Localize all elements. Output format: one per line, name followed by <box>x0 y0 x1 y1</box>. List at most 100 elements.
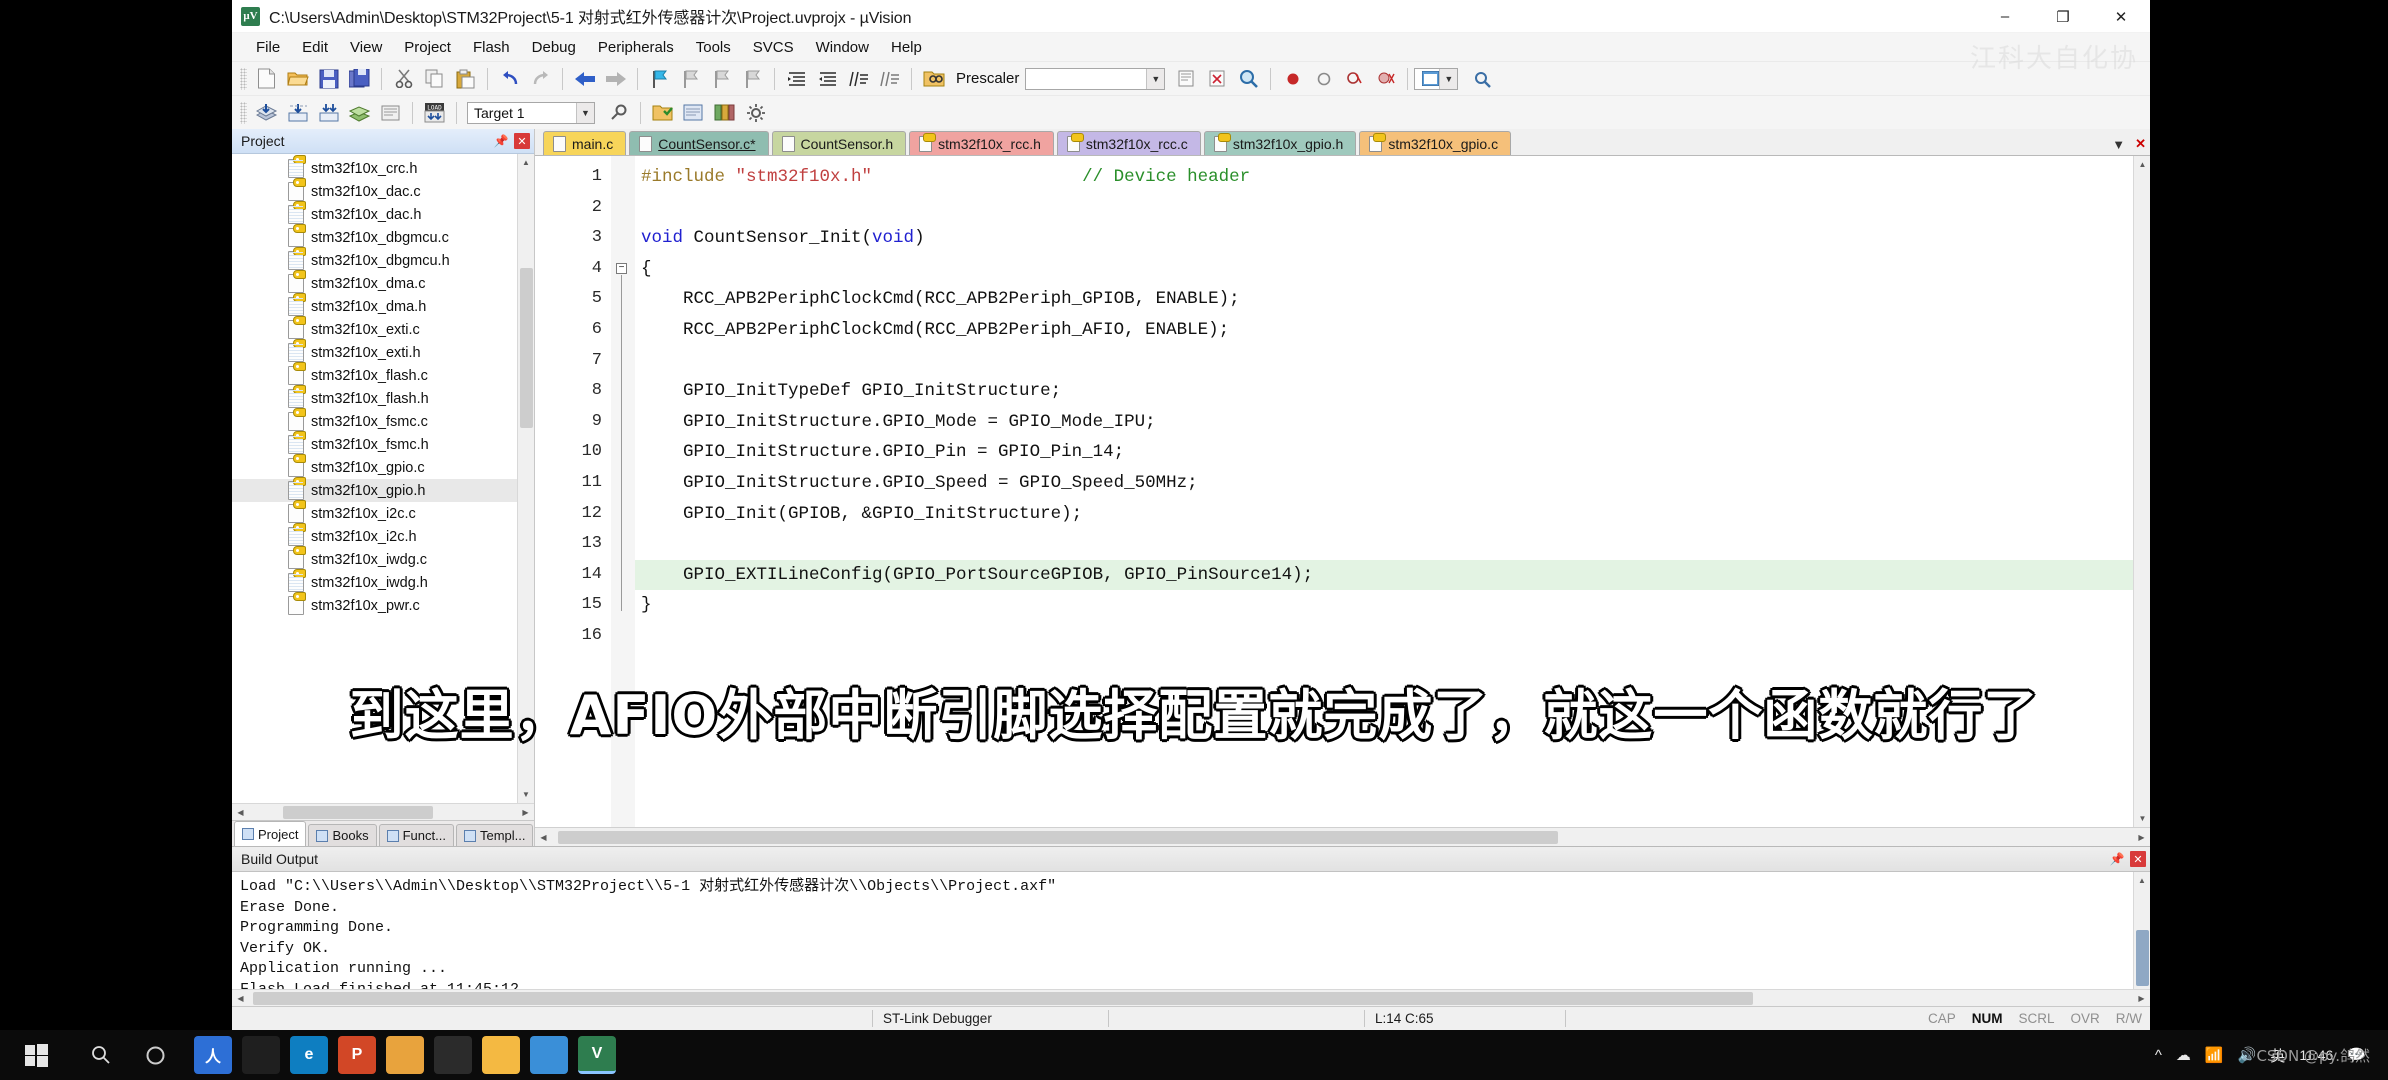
project-pane-tab[interactable]: Project <box>234 821 307 846</box>
editor-tab[interactable]: CountSensor.h <box>771 131 907 155</box>
code-line[interactable]: RCC_APB2PeriphClockCmd(RCC_APB2Periph_AF… <box>635 315 2133 346</box>
network-icon[interactable]: 📶 <box>2205 1046 2224 1064</box>
tree-item[interactable]: +stm32f10x_flash.c <box>232 362 517 387</box>
uncomment-icon[interactable] <box>874 65 905 93</box>
tree-item[interactable]: stm32f10x_dma.h <box>232 293 517 318</box>
disable-breakpoint-icon[interactable] <box>1308 65 1339 93</box>
config-wizard-icon[interactable] <box>1466 65 1497 93</box>
code-line[interactable]: GPIO_EXTILineConfig(GPIO_PortSourceGPIOB… <box>635 559 2133 591</box>
target-options-icon[interactable] <box>603 99 634 127</box>
tree-item[interactable]: stm32f10x_crc.h <box>232 155 517 180</box>
scroll-thumb[interactable] <box>558 831 1558 844</box>
code-line[interactable]: GPIO_InitStructure.GPIO_Speed = GPIO_Spe… <box>635 468 2133 499</box>
close-icon[interactable]: ✕ <box>2130 851 2146 867</box>
bookmark-clear-icon[interactable] <box>737 65 768 93</box>
save-icon[interactable] <box>313 65 344 93</box>
load-icon[interactable]: LOAD <box>419 99 450 127</box>
menu-flash[interactable]: Flash <box>462 36 521 59</box>
window-layout-combo[interactable]: ▼ <box>1414 67 1459 90</box>
editor-tab[interactable]: stm32f10x_rcc.c <box>1056 131 1201 155</box>
tree-item[interactable]: +stm32f10x_gpio.c <box>232 454 517 479</box>
open-folder-icon[interactable] <box>282 65 313 93</box>
obs-icon[interactable] <box>434 1036 472 1074</box>
target-combo[interactable]: Target 1 ▼ <box>467 101 595 124</box>
scroll-left-button[interactable]: ◀ <box>535 828 552 846</box>
powerpoint-icon[interactable]: P <box>338 1036 376 1074</box>
code-line[interactable] <box>635 346 2133 377</box>
scroll-down-button[interactable]: ▼ <box>517 786 534 803</box>
rebuild-icon[interactable] <box>313 99 344 127</box>
edge-icon[interactable]: e <box>290 1036 328 1074</box>
batch-build-icon[interactable] <box>344 99 375 127</box>
volume-icon[interactable]: 🔊 <box>2238 1046 2257 1064</box>
menu-view[interactable]: View <box>339 36 393 59</box>
code-line[interactable]: GPIO_InitStructure.GPIO_Pin = GPIO_Pin_1… <box>635 437 2133 468</box>
tree-item[interactable]: +stm32f10x_dbgmcu.c <box>232 224 517 249</box>
download-icon[interactable] <box>251 99 282 127</box>
tree-item[interactable]: +stm32f10x_exti.c <box>232 316 517 341</box>
bookmark-toggle-icon[interactable] <box>644 65 675 93</box>
chevron-down-icon[interactable]: ▼ <box>1146 68 1165 89</box>
tree-item[interactable]: stm32f10x_flash.h <box>232 385 517 410</box>
scroll-right-button[interactable]: ▶ <box>517 803 534 821</box>
menu-tools[interactable]: Tools <box>685 36 742 59</box>
magnifier-icon[interactable] <box>1233 65 1264 93</box>
chrome-icon[interactable] <box>386 1036 424 1074</box>
menu-svcs[interactable]: SVCS <box>742 36 805 59</box>
disable-all-breakpoints-icon[interactable] <box>1339 65 1370 93</box>
code-line[interactable]: GPIO_Init(GPIOB, &GPIO_InitStructure); <box>635 499 2133 530</box>
undo-icon[interactable] <box>494 65 525 93</box>
tree-horizontal-scrollbar[interactable]: ◀ ▶ <box>232 803 534 821</box>
tree-item[interactable]: +stm32f10x_dac.c <box>232 178 517 203</box>
build-icon[interactable] <box>282 99 313 127</box>
project-pane-tab[interactable]: Templ... <box>455 824 534 846</box>
maximize-button[interactable]: ❐ <box>2034 0 2092 33</box>
navigate-back-icon[interactable] <box>569 65 600 93</box>
fold-toggle-icon[interactable]: − <box>616 262 627 274</box>
navigate-forward-icon[interactable] <box>600 65 631 93</box>
tree-item[interactable]: +stm32f10x_fsmc.c <box>232 408 517 433</box>
tree-item[interactable]: stm32f10x_exti.h <box>232 339 517 364</box>
menu-file[interactable]: File <box>245 36 291 59</box>
save-all-icon[interactable] <box>344 65 375 93</box>
build-vertical-scrollbar[interactable]: ▲ ▼ <box>2133 872 2151 989</box>
code-line[interactable]: RCC_APB2PeriphClockCmd(RCC_APB2Periph_GP… <box>635 284 2133 315</box>
pin-icon[interactable]: 📌 <box>2109 851 2125 867</box>
cloud-icon[interactable]: ☁ <box>2176 1046 2191 1064</box>
search-icon[interactable] <box>72 1045 130 1065</box>
scroll-thumb[interactable] <box>2136 930 2149 986</box>
paste-icon[interactable] <box>450 65 481 93</box>
manage-run-time-env-icon[interactable] <box>678 99 709 127</box>
books-icon[interactable] <box>709 99 740 127</box>
find-in-files-icon[interactable] <box>918 65 949 93</box>
bookmark-next-icon[interactable] <box>706 65 737 93</box>
kill-bp-icon[interactable] <box>1202 65 1233 93</box>
scroll-right-button[interactable]: ▶ <box>2133 989 2150 1007</box>
toolbar-grip[interactable] <box>240 67 247 90</box>
editor-horizontal-scrollbar[interactable]: ◀ ▶ <box>535 827 2150 846</box>
editor-tab[interactable]: main.c <box>543 131 627 155</box>
chevron-down-icon[interactable]: ▼ <box>2112 137 2125 152</box>
editor-tab[interactable]: stm32f10x_gpio.h <box>1203 131 1357 155</box>
photos-icon[interactable] <box>530 1036 568 1074</box>
redo-icon[interactable] <box>525 65 556 93</box>
tree-item[interactable]: stm32f10x_dac.h <box>232 201 517 226</box>
code-line[interactable]: } <box>635 590 2133 621</box>
chevron-down-icon[interactable]: ▼ <box>576 102 594 123</box>
prescaler-combo[interactable]: ▼ <box>1025 67 1166 90</box>
scroll-thumb[interactable] <box>520 268 533 428</box>
tree-item[interactable]: stm32f10x_i2c.h <box>232 523 517 548</box>
scroll-down-button[interactable]: ▼ <box>2134 810 2151 827</box>
code-line[interactable]: { <box>635 254 2133 285</box>
minimize-button[interactable]: – <box>1976 0 2034 33</box>
manage-project-items-icon[interactable] <box>647 99 678 127</box>
code-line[interactable]: #include "stm32f10x.h" // Device header <box>635 162 2133 193</box>
breakpoint-icon[interactable] <box>1277 65 1308 93</box>
tree-item[interactable]: +stm32f10x_pwr.c <box>232 592 517 617</box>
toolbar-grip[interactable] <box>240 101 247 124</box>
configure-icon[interactable] <box>740 99 771 127</box>
editor-tab[interactable]: stm32f10x_rcc.h <box>909 131 1054 155</box>
tree-item[interactable]: +stm32f10x_i2c.c <box>232 500 517 525</box>
file-explorer-icon[interactable] <box>482 1036 520 1074</box>
code-line[interactable]: void CountSensor_Init(void) <box>635 223 2133 254</box>
